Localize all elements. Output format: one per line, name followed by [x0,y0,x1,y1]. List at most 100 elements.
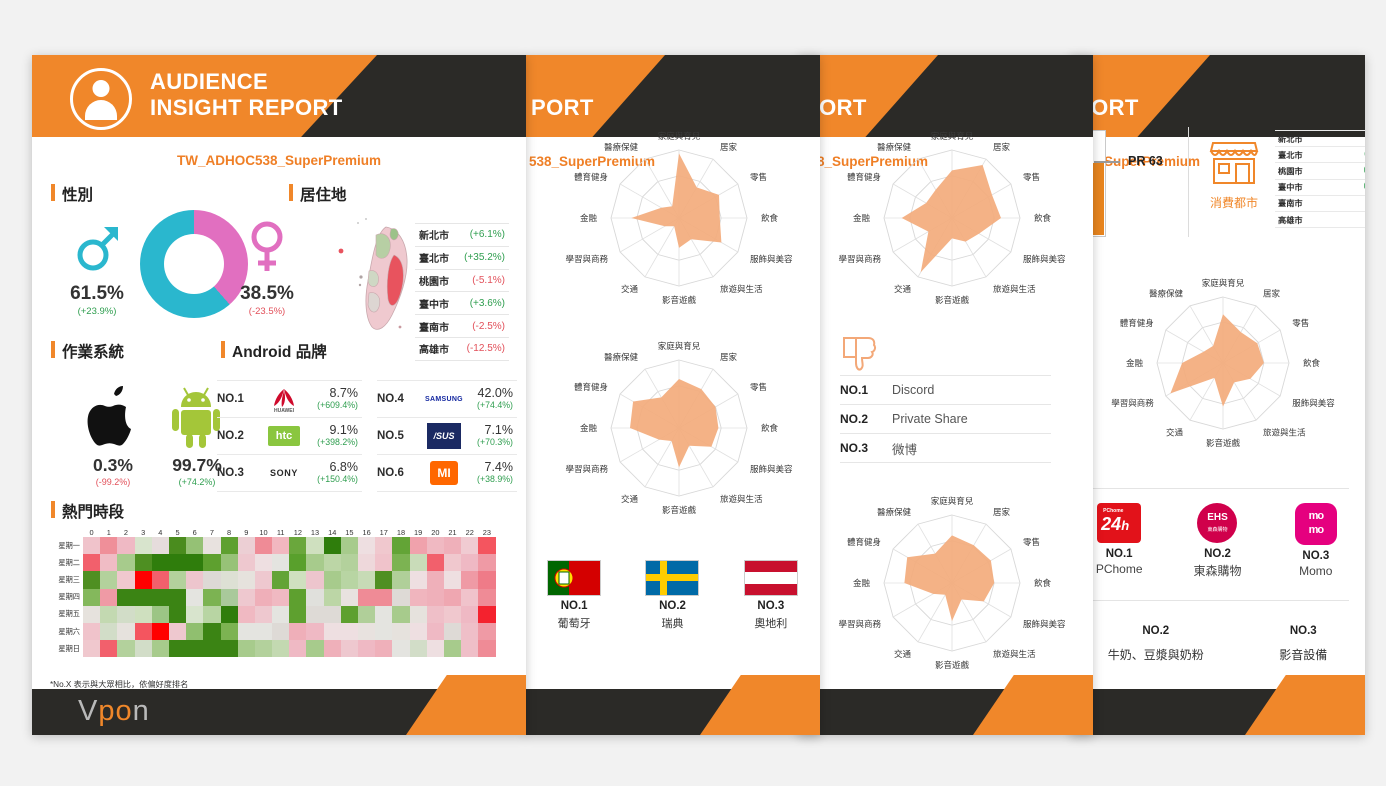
heatmap-cell[interactable] [409,554,427,572]
heatmap-cell[interactable] [272,622,290,641]
heatmap-cell[interactable] [272,554,290,572]
heatmap-cell[interactable] [426,571,444,589]
heatmap-cell[interactable] [461,622,479,641]
heatmap-cell[interactable] [186,588,204,606]
heatmap-cell[interactable] [375,640,393,658]
heatmap-cell[interactable] [392,571,410,589]
heatmap-cell[interactable] [358,605,376,623]
heatmap-cell[interactable] [237,537,255,555]
heatmap-cell[interactable] [358,640,376,658]
heatmap-cell[interactable] [461,554,479,572]
heatmap-cell[interactable] [443,640,462,658]
heatmap-cell[interactable] [134,605,152,623]
heatmap-cell[interactable] [392,622,410,641]
heatmap-cell[interactable] [186,554,204,572]
heatmap-cell[interactable] [478,588,496,606]
heatmap-cell[interactable] [340,537,358,555]
heatmap-cell[interactable] [100,640,118,658]
heatmap-cell[interactable] [100,588,118,606]
heatmap-cell[interactable] [306,640,324,658]
heatmap-cell[interactable] [134,537,152,555]
heatmap-cell[interactable] [443,605,462,623]
heatmap-cell[interactable] [83,622,101,641]
heatmap-cell[interactable] [254,605,273,623]
heatmap-cell[interactable] [392,554,410,572]
heatmap-cell[interactable] [134,554,152,572]
heatmap-cell[interactable] [237,605,255,623]
heatmap-cell[interactable] [117,640,135,658]
heatmap-cell[interactable] [100,622,118,641]
heatmap-cell[interactable] [306,622,324,641]
heatmap-cell[interactable] [203,571,221,589]
shop-item[interactable]: EHS 東森購物 NO.2 東森購物 [1175,503,1259,579]
heatmap-cell[interactable] [254,554,273,572]
heatmap-cell[interactable] [443,537,462,555]
heatmap-cell[interactable] [151,571,169,589]
heatmap-cell[interactable] [168,554,187,572]
heatmap-cell[interactable] [117,588,135,606]
list-item[interactable]: NO.2 Private Share [840,405,1051,434]
heatmap-cell[interactable] [306,554,324,572]
heatmap-cell[interactable] [83,588,101,606]
heatmap-cell[interactable] [478,554,496,572]
heatmap-cell[interactable] [117,605,135,623]
heatmap-cell[interactable] [83,571,101,589]
heatmap-cell[interactable] [375,605,393,623]
heatmap-cell[interactable] [168,622,187,641]
heatmap-cell[interactable] [461,588,479,606]
heatmap-cell[interactable] [443,588,462,606]
heatmap-cell[interactable] [340,588,358,606]
heatmap-cell[interactable] [358,537,376,555]
heatmap-cell[interactable] [426,640,444,658]
country-item[interactable]: NO.1 葡萄牙 [547,560,602,631]
heatmap-cell[interactable] [306,571,324,589]
heatmap-cell[interactable] [237,640,255,658]
heatmap-cell[interactable] [392,537,410,555]
list-item[interactable]: NO.1 Discord [840,375,1051,405]
heatmap-cell[interactable] [409,640,427,658]
heatmap-cell[interactable] [375,554,393,572]
heatmap-cell[interactable] [340,640,358,658]
heatmap-cell[interactable] [168,571,187,589]
heatmap-cell[interactable] [203,640,221,658]
heatmap-cell[interactable] [323,537,341,555]
heatmap-cell[interactable] [134,622,152,641]
heatmap-cell[interactable] [168,640,187,658]
heatmap-cell[interactable] [254,588,273,606]
heatmap-cell[interactable] [409,622,427,641]
heatmap-cell[interactable] [289,640,307,658]
heatmap-cell[interactable] [478,571,496,589]
heatmap-cell[interactable] [323,588,341,606]
heatmap-cell[interactable] [237,588,255,606]
heatmap-cell[interactable] [220,588,238,606]
heatmap-cell[interactable] [83,554,101,572]
heatmap-cell[interactable] [220,554,238,572]
heatmap-cell[interactable] [134,571,152,589]
heatmap-cell[interactable] [461,571,479,589]
heatmap-cell[interactable] [323,554,341,572]
heatmap-cell[interactable] [289,571,307,589]
heatmap-cell[interactable] [443,554,462,572]
heatmap-cell[interactable] [272,588,290,606]
heatmap-cell[interactable] [289,554,307,572]
heatmap-cell[interactable] [117,571,135,589]
heatmap-cell[interactable] [409,537,427,555]
heatmap-cell[interactable] [237,554,255,572]
heatmap-cell[interactable] [100,605,118,623]
heatmap-cell[interactable] [186,605,204,623]
heatmap-cell[interactable] [254,537,273,555]
country-item[interactable]: NO.2 瑞典 [645,560,700,631]
heatmap-cell[interactable] [151,588,169,606]
heatmap-cell[interactable] [254,571,273,589]
heatmap-cell[interactable] [461,537,479,555]
heatmap-cell[interactable] [409,605,427,623]
heatmap-cell[interactable] [272,571,290,589]
heatmap-cell[interactable] [151,554,169,572]
heatmap-cell[interactable] [461,640,479,658]
heatmap-cell[interactable] [272,605,290,623]
heatmap-cell[interactable] [168,605,187,623]
heatmap-cell[interactable] [478,622,496,641]
heatmap-cell[interactable] [220,605,238,623]
heatmap-cell[interactable] [134,588,152,606]
country-item[interactable]: NO.3 奧地利 [743,560,798,631]
